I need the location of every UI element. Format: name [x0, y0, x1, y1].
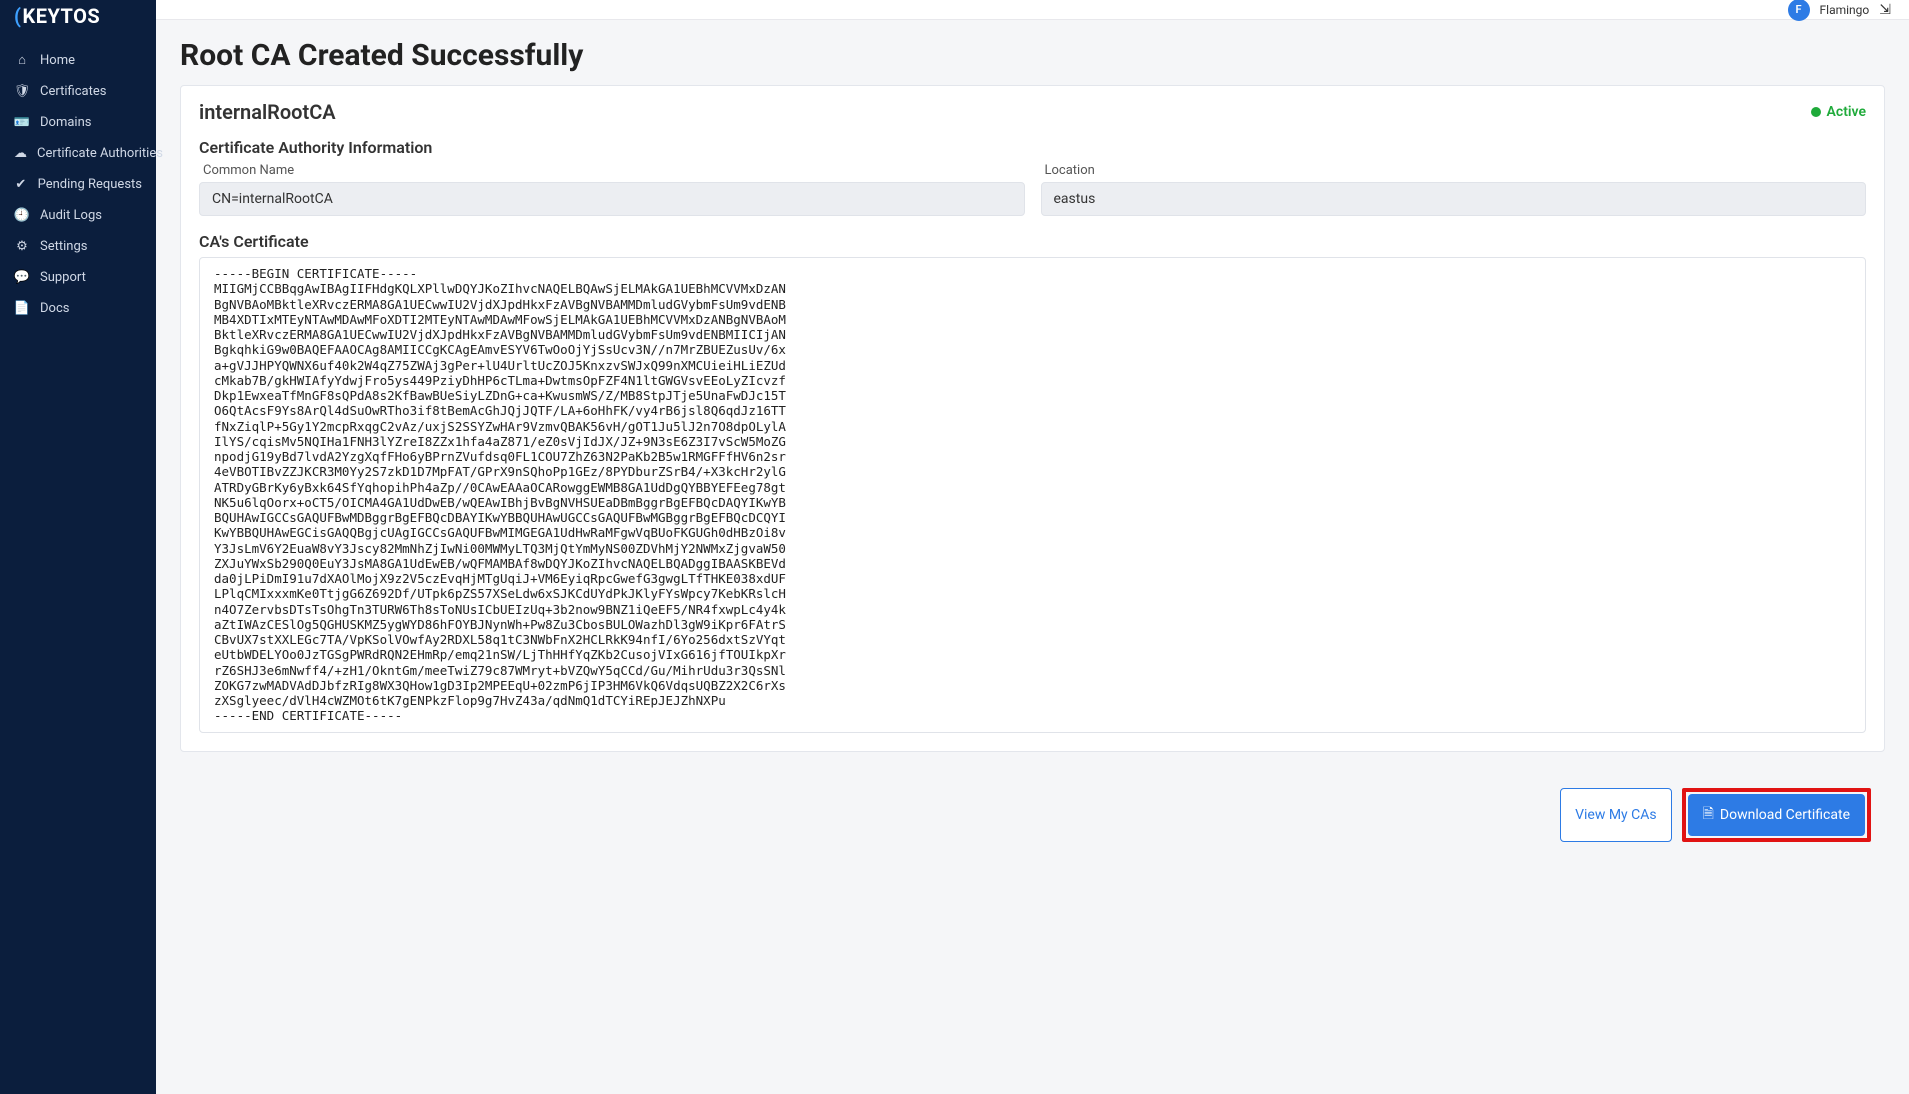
status-text: Active: [1827, 104, 1866, 120]
view-my-cas-button[interactable]: View My CAs: [1560, 788, 1672, 842]
home-icon: ⌂: [14, 52, 30, 68]
user-display-name: Flamingo: [1820, 3, 1870, 17]
brand-logo: ( KEYTOS: [0, 4, 156, 36]
sidebar-item-domains[interactable]: 🪪 Domains: [0, 107, 156, 138]
sidebar-item-label: Pending Requests: [38, 177, 142, 192]
download-certificate-label: Download Certificate: [1720, 807, 1850, 823]
chat-icon: 💬: [14, 270, 30, 285]
sidebar-item-label: Domains: [40, 115, 91, 130]
sidebar-item-pending-requests[interactable]: ✔ Pending Requests: [0, 169, 156, 200]
shield-icon: 🛡: [14, 84, 30, 99]
sidebar-item-support[interactable]: 💬 Support: [0, 262, 156, 293]
sidebar-item-certificate-authorities[interactable]: ☁ Certificate Authorities: [0, 138, 156, 169]
gear-icon: ⚙: [14, 239, 30, 254]
download-icon: 🗎: [1703, 803, 1714, 827]
view-my-cas-label: View My CAs: [1575, 807, 1657, 823]
actions-footer: View My CAs 🗎 Download Certificate: [180, 766, 1885, 850]
id-icon: 🪪: [14, 115, 30, 130]
actions-row: View My CAs 🗎 Download Certificate: [1560, 774, 1871, 842]
location-label: Location: [1041, 163, 1867, 178]
logout-icon[interactable]: ⇲: [1879, 2, 1891, 18]
sidebar-item-label: Support: [40, 270, 86, 285]
check-icon: ✔: [14, 177, 28, 192]
ca-details-card: internalRootCA Active Certificate Author…: [180, 85, 1885, 752]
sidebar-item-settings[interactable]: ⚙ Settings: [0, 231, 156, 262]
sidebar-nav: ⌂ Home 🛡 Certificates 🪪 Domains ☁ Certif…: [0, 44, 156, 324]
clock-icon: 🕘: [14, 208, 30, 223]
page-title: Root CA Created Successfully: [180, 38, 1885, 73]
sidebar-item-label: Certificate Authorities: [37, 146, 163, 161]
content-scroll[interactable]: Root CA Created Successfully internalRoo…: [156, 20, 1909, 1094]
status-badge: Active: [1811, 104, 1866, 120]
common-name-label: Common Name: [199, 163, 1025, 178]
ca-info-heading: Certificate Authority Information: [199, 138, 1866, 157]
sidebar-item-label: Certificates: [40, 84, 106, 99]
cloud-icon: ☁: [14, 146, 27, 161]
sidebar-item-audit-logs[interactable]: 🕘 Audit Logs: [0, 200, 156, 231]
main-region: F Flamingo ⇲ Root CA Created Successfull…: [156, 0, 1909, 1094]
topbar: F Flamingo ⇲: [156, 0, 1909, 20]
certificate-pem-textarea[interactable]: -----BEGIN CERTIFICATE----- MIIGMjCCBBqg…: [199, 257, 1866, 733]
sidebar-item-label: Audit Logs: [40, 208, 102, 223]
sidebar-item-certificates[interactable]: 🛡 Certificates: [0, 76, 156, 107]
sidebar-item-label: Home: [40, 53, 75, 68]
card-header: internalRootCA Active: [199, 100, 1866, 124]
sidebar-item-home[interactable]: ⌂ Home: [0, 44, 156, 76]
doc-icon: 📄: [14, 301, 30, 316]
logo-mark-icon: (: [14, 4, 22, 28]
sidebar-item-docs[interactable]: 📄 Docs: [0, 293, 156, 324]
common-name-field-group: Common Name CN=internalRootCA: [199, 163, 1025, 216]
download-certificate-button[interactable]: 🗎 Download Certificate: [1688, 794, 1865, 836]
sidebar: ( KEYTOS ⌂ Home 🛡 Certificates 🪪 Domains…: [0, 0, 156, 1094]
ca-name: internalRootCA: [199, 100, 336, 124]
location-field-group: Location eastus: [1041, 163, 1867, 216]
avatar[interactable]: F: [1788, 0, 1810, 21]
ca-cert-heading: CA's Certificate: [199, 232, 1866, 251]
sidebar-item-label: Settings: [40, 239, 87, 254]
common-name-value: CN=internalRootCA: [199, 182, 1025, 216]
location-value: eastus: [1041, 182, 1867, 216]
status-dot-icon: [1811, 107, 1821, 117]
ca-info-row: Common Name CN=internalRootCA Location e…: [199, 163, 1866, 216]
sidebar-item-label: Docs: [40, 301, 69, 316]
brand-name: KEYTOS: [23, 4, 101, 28]
download-highlight-annotation: 🗎 Download Certificate: [1682, 788, 1871, 842]
